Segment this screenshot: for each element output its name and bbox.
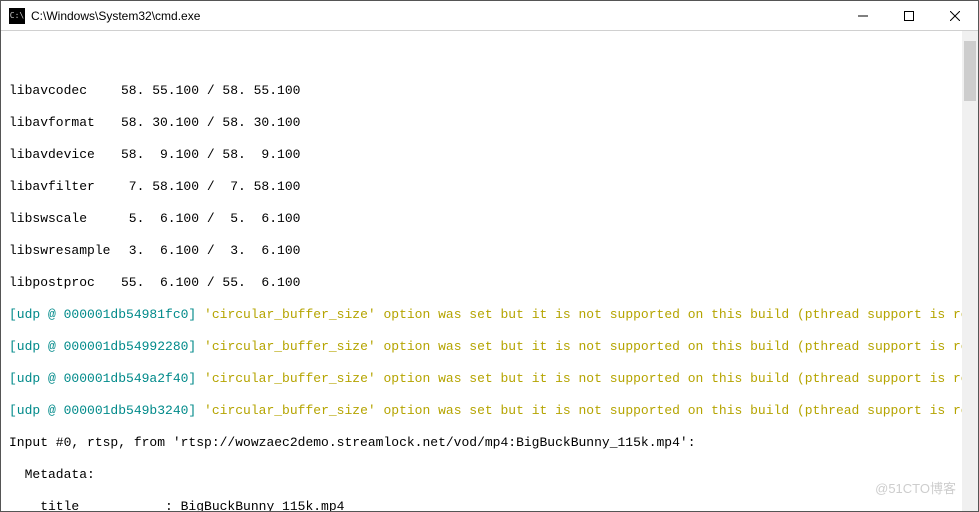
lib-name: libavfilter xyxy=(9,179,121,195)
lib-row: libavfilter 7. 58.100 / 7. 58.100 xyxy=(9,179,972,195)
lib-name: libavcodec xyxy=(9,83,121,99)
metadata-label: Metadata: xyxy=(9,467,972,483)
blank-line xyxy=(9,51,972,67)
lib-row: libavformat58. 30.100 / 58. 30.100 xyxy=(9,115,972,131)
lib-ver: 55. 6.100 / 55. 6.100 xyxy=(121,275,300,291)
udp-warning: [udp @ 000001db54981fc0] 'circular_buffe… xyxy=(9,307,972,323)
window-title: C:\Windows\System32\cmd.exe xyxy=(31,9,840,23)
scrollbar[interactable] xyxy=(962,31,978,511)
lib-ver: 58. 55.100 / 58. 55.100 xyxy=(121,83,300,99)
lib-ver: 58. 9.100 / 58. 9.100 xyxy=(121,147,300,163)
warn-msg: 'circular_buffer_size' option was set bu… xyxy=(204,339,978,354)
close-button[interactable] xyxy=(932,1,978,31)
lib-name: libpostproc xyxy=(9,275,121,291)
warn-msg: 'circular_buffer_size' option was set bu… xyxy=(204,307,978,322)
lib-row: libswscale 5. 6.100 / 5. 6.100 xyxy=(9,211,972,227)
warn-prefix: [udp @ 000001db549a2f40] xyxy=(9,371,204,386)
cmd-icon: C:\ xyxy=(9,8,25,24)
watermark: @51CTO博客 xyxy=(875,481,956,497)
lib-row: libpostproc55. 6.100 / 55. 6.100 xyxy=(9,275,972,291)
warn-msg: 'circular_buffer_size' option was set bu… xyxy=(204,371,978,386)
warn-msg: 'circular_buffer_size' option was set bu… xyxy=(204,403,978,418)
maximize-button[interactable] xyxy=(886,1,932,31)
udp-warning: [udp @ 000001db549b3240] 'circular_buffe… xyxy=(9,403,972,419)
lib-ver: 3. 6.100 / 3. 6.100 xyxy=(121,243,300,259)
lib-row: libavcodec58. 55.100 / 58. 55.100 xyxy=(9,83,972,99)
title-line: title : BigBuckBunny_115k.mp4 xyxy=(9,499,972,511)
warn-prefix: [udp @ 000001db54992280] xyxy=(9,339,204,354)
warn-prefix: [udp @ 000001db549b3240] xyxy=(9,403,204,418)
lib-row: libavdevice58. 9.100 / 58. 9.100 xyxy=(9,147,972,163)
lib-name: libswresample xyxy=(9,243,121,259)
lib-row: libswresample 3. 6.100 / 3. 6.100 xyxy=(9,243,972,259)
terminal-output[interactable]: libavcodec58. 55.100 / 58. 55.100 libavf… xyxy=(1,31,978,511)
lib-ver: 7. 58.100 / 7. 58.100 xyxy=(121,179,300,195)
scrollbar-thumb[interactable] xyxy=(964,41,976,101)
minimize-button[interactable] xyxy=(840,1,886,31)
lib-name: libavdevice xyxy=(9,147,121,163)
lib-ver: 5. 6.100 / 5. 6.100 xyxy=(121,211,300,227)
lib-name: libswscale xyxy=(9,211,121,227)
udp-warning: [udp @ 000001db549a2f40] 'circular_buffe… xyxy=(9,371,972,387)
lib-ver: 58. 30.100 / 58. 30.100 xyxy=(121,115,300,131)
lib-name: libavformat xyxy=(9,115,121,131)
warn-prefix: [udp @ 000001db54981fc0] xyxy=(9,307,204,322)
input-header: Input #0, rtsp, from 'rtsp://wowzaec2dem… xyxy=(9,435,972,451)
udp-warning: [udp @ 000001db54992280] 'circular_buffe… xyxy=(9,339,972,355)
window-titlebar: C:\ C:\Windows\System32\cmd.exe xyxy=(1,1,978,31)
